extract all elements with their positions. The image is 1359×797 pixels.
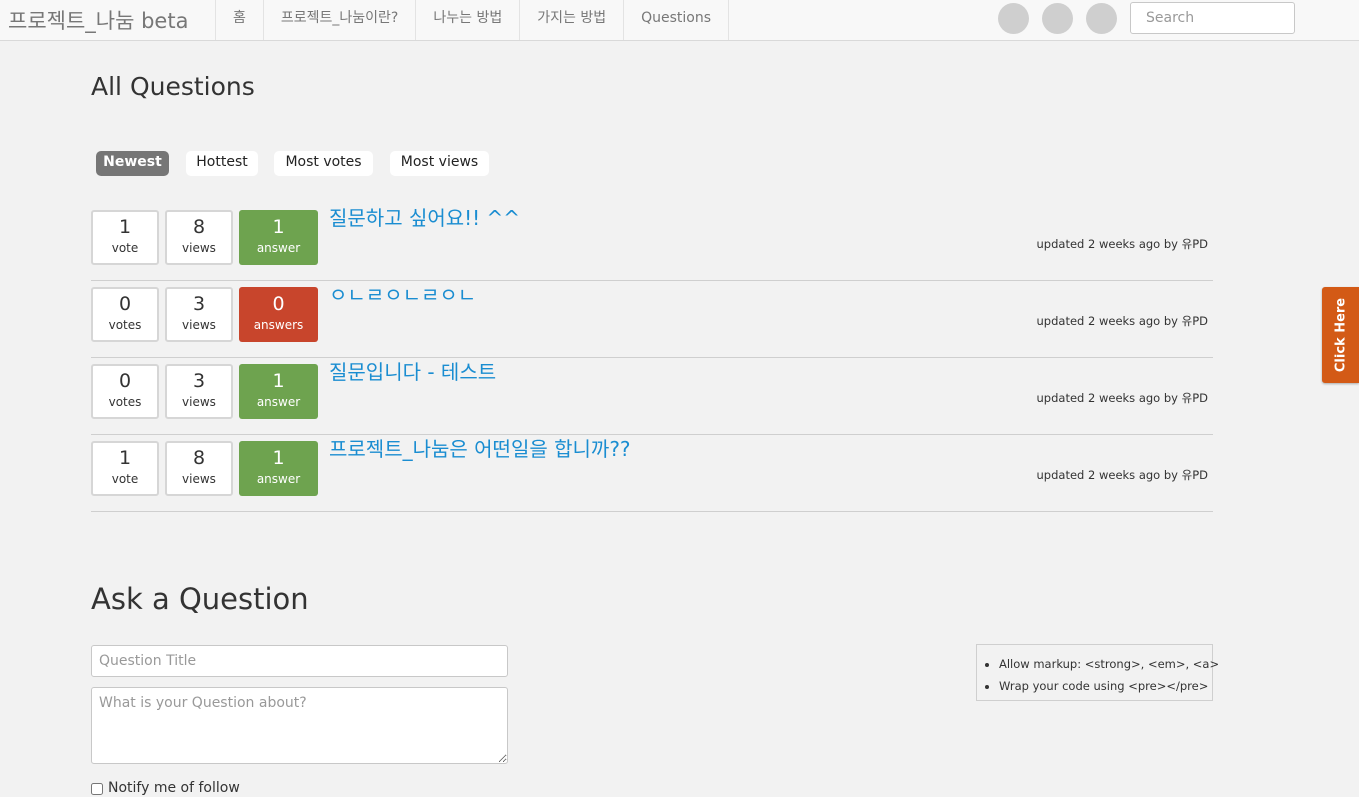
answer-label: answer (256, 472, 301, 486)
sort-tab-most-votes[interactable]: Most votes (274, 151, 373, 176)
view-label: views (182, 318, 216, 332)
sort-tab-hottest[interactable]: Hottest (186, 151, 258, 176)
avatar[interactable] (1086, 3, 1117, 34)
view-label: views (182, 241, 216, 255)
view-count: 8 (192, 447, 206, 469)
question-title-input[interactable] (91, 645, 508, 677)
vote-label: votes (108, 318, 142, 332)
question-body-textarea[interactable] (91, 687, 508, 764)
answer-count-box: 1 answer (239, 441, 318, 496)
notify-checkbox[interactable] (91, 783, 103, 795)
notify-label: Notify me of follow (108, 780, 240, 796)
search-input[interactable] (1130, 2, 1295, 34)
sort-tab-most-views[interactable]: Most views (390, 151, 489, 176)
vote-count-box: 1 vote (91, 210, 159, 265)
answer-label: answer (256, 395, 301, 409)
answer-count: 1 (272, 216, 285, 238)
vote-label: votes (108, 395, 142, 409)
answer-count-box: 0 answers (239, 287, 318, 342)
nav-links: 홈 프로젝트_나눔이란? 나누는 방법 가지는 방법 Questions (215, 0, 730, 40)
view-count-box: 3 views (165, 287, 233, 342)
ask-question-heading: Ask a Question (91, 582, 309, 616)
sort-tab-newest[interactable]: Newest (96, 151, 169, 176)
view-count-box: 8 views (165, 441, 233, 496)
view-count-box: 3 views (165, 364, 233, 419)
markup-help-box: Allow markup: <strong>, <em>, <a> Wrap y… (976, 644, 1219, 701)
answer-count-box: 1 answer (239, 364, 318, 419)
vote-count-box: 1 vote (91, 441, 159, 496)
nav-link-about[interactable]: 프로젝트_나눔이란? (264, 0, 417, 40)
view-label: views (182, 472, 216, 486)
answer-label: answers (253, 318, 304, 332)
notify-option: Notify me of follow (91, 780, 240, 796)
nav-link-questions[interactable]: Questions (624, 0, 730, 40)
side-tab-label: Click Here (1333, 297, 1348, 373)
avatar[interactable] (1042, 3, 1073, 34)
question-row: 1 vote 8 views 1 answer 프로젝트_나눔은 어떤일을 합니… (91, 435, 1213, 512)
view-count: 3 (192, 370, 206, 392)
question-title-link[interactable]: ㅇㄴㄹㅇㄴㄹㅇㄴ (329, 279, 476, 308)
avatar[interactable] (998, 3, 1029, 34)
question-meta: updated 2 weeks ago by 유PD (1036, 314, 1208, 328)
question-meta: updated 2 weeks ago by 유PD (1036, 237, 1208, 251)
question-title-link[interactable]: 질문입니다 - 테스트 (329, 356, 496, 385)
question-row: 0 votes 3 views 0 answers ㅇㄴㄹㅇㄴㄹㅇㄴ updat… (91, 281, 1213, 358)
nav-link-how-to-share[interactable]: 나누는 방법 (416, 0, 521, 40)
site-brand[interactable]: 프로젝트_나눔 beta (8, 5, 188, 35)
page-title: All Questions (91, 72, 255, 101)
vote-count: 0 (118, 370, 132, 392)
markup-help-item: Allow markup: <strong>, <em>, <a> (999, 653, 1219, 675)
answer-count-box: 1 answer (239, 210, 318, 265)
nav-link-home[interactable]: 홈 (216, 0, 264, 40)
view-count: 8 (192, 216, 206, 238)
nav-link-how-to-get[interactable]: 가지는 방법 (520, 0, 625, 40)
vote-count: 0 (118, 293, 132, 315)
question-title-link[interactable]: 프로젝트_나눔은 어떤일을 합니까?? (329, 433, 631, 462)
answer-count: 1 (272, 370, 285, 392)
answer-count: 0 (272, 293, 285, 315)
vote-label: vote (111, 241, 139, 255)
top-navbar: 프로젝트_나눔 beta 홈 프로젝트_나눔이란? 나누는 방법 가지는 방법 … (0, 0, 1359, 41)
vote-count: 1 (118, 216, 132, 238)
view-count: 3 (192, 293, 206, 315)
vote-count-box: 0 votes (91, 364, 159, 419)
vote-count: 1 (118, 447, 132, 469)
markup-help-item: Wrap your code using <pre></pre> (999, 675, 1212, 697)
answer-label: answer (256, 241, 301, 255)
question-row: 0 votes 3 views 1 answer 질문입니다 - 테스트 upd… (91, 358, 1213, 435)
question-row: 1 vote 8 views 1 answer 질문하고 싶어요!! ^^ up… (91, 204, 1213, 281)
vote-count-box: 0 votes (91, 287, 159, 342)
question-meta: updated 2 weeks ago by 유PD (1036, 468, 1208, 482)
feedback-side-tab[interactable]: Click Here (1322, 287, 1359, 383)
question-title-link[interactable]: 질문하고 싶어요!! ^^ (329, 202, 520, 231)
question-meta: updated 2 weeks ago by 유PD (1036, 391, 1208, 405)
view-label: views (182, 395, 216, 409)
answer-count: 1 (272, 447, 285, 469)
vote-label: vote (111, 472, 139, 486)
view-count-box: 8 views (165, 210, 233, 265)
